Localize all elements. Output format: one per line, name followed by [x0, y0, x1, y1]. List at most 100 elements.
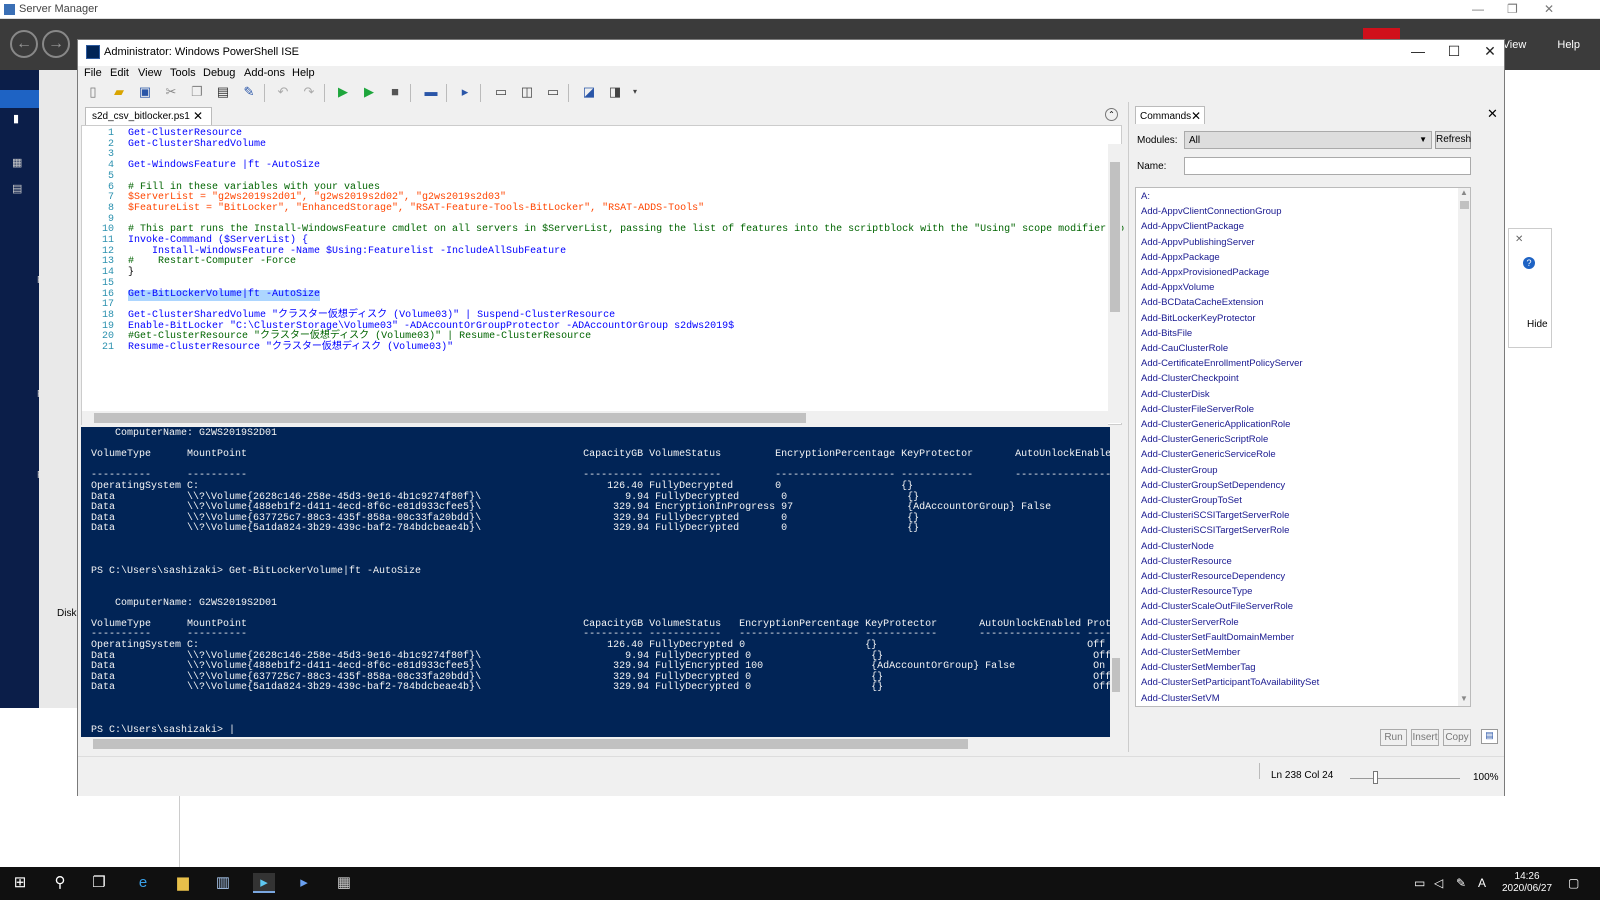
redo-icon[interactable]: ↷: [302, 85, 316, 99]
scroll-up-icon[interactable]: ▲: [1460, 188, 1468, 197]
command-list-item[interactable]: Add-ClusterDisk: [1141, 389, 1210, 400]
copy-button[interactable]: Copy: [1443, 729, 1471, 746]
zoom-slider-track[interactable]: [1350, 778, 1460, 779]
menu-debug[interactable]: Debug: [203, 67, 235, 79]
collapse-script-pane-icon[interactable]: ⌃: [1105, 108, 1118, 121]
command-list-item[interactable]: Add-AppvPublishingServer: [1141, 237, 1255, 248]
command-list-item[interactable]: Add-ClusterNode: [1141, 541, 1214, 552]
sm-close-button[interactable]: ✕: [1544, 2, 1554, 16]
close-tab-icon[interactable]: ✕: [193, 109, 203, 123]
show-command-window-icon[interactable]: ▤: [1481, 729, 1498, 744]
clear-console-icon[interactable]: ✎: [242, 85, 256, 99]
command-list-item[interactable]: Add-ClusterGroupToSet: [1141, 495, 1242, 506]
menu-file[interactable]: File: [84, 67, 102, 79]
name-filter-input[interactable]: [1184, 157, 1471, 175]
scroll-down-icon[interactable]: ▼: [1460, 694, 1468, 703]
toolbar-overflow-icon[interactable]: ▾: [628, 85, 642, 99]
console-pane[interactable]: ComputerName: G2WS2019S2D01 VolumeType Mo…: [81, 427, 1122, 751]
show-script-right-icon[interactable]: ◫: [520, 85, 534, 99]
close-commands-tab-icon[interactable]: ✕: [1191, 109, 1201, 123]
command-list-item[interactable]: A:: [1141, 191, 1150, 202]
file-explorer-icon[interactable]: ▆: [172, 873, 194, 893]
menu-view[interactable]: View: [138, 67, 162, 79]
command-list-item[interactable]: Add-AppvClientPackage: [1141, 221, 1244, 232]
new-file-icon[interactable]: ▯: [86, 85, 100, 99]
network-icon[interactable]: ▭: [1414, 876, 1425, 890]
command-list-item[interactable]: Add-ClusterGenericServiceRole: [1141, 449, 1276, 460]
zoom-slider-thumb[interactable]: [1373, 771, 1378, 784]
run-selection-icon[interactable]: ▶: [362, 85, 376, 99]
ime-indicator[interactable]: A: [1478, 876, 1486, 890]
menu-tools[interactable]: Tools: [170, 67, 196, 79]
volume-icon[interactable]: ◁: [1434, 876, 1443, 890]
command-list[interactable]: A: Add-AppvClientConnectionGroup Add-AppvC…: [1135, 187, 1471, 707]
command-list-item[interactable]: Add-ClusterGroup: [1141, 465, 1218, 476]
run-button[interactable]: Run: [1380, 729, 1407, 746]
sm-minimize-button[interactable]: —: [1472, 2, 1484, 16]
powershell-taskbar-icon[interactable]: ▸: [293, 873, 315, 893]
notifications-icon[interactable]: ▢: [1568, 876, 1579, 890]
help-icon[interactable]: ?: [1523, 257, 1535, 269]
remote-powershell-icon[interactable]: ▬: [424, 85, 438, 99]
forward-icon[interactable]: →: [42, 30, 70, 58]
local-server-icon[interactable]: ▮: [13, 112, 19, 125]
command-list-item[interactable]: Add-BCDataCacheExtension: [1141, 297, 1264, 308]
script-editor[interactable]: 1 Get-ClusterResource 2 Get-ClusterSharedVo…: [81, 125, 1124, 425]
command-list-item[interactable]: Add-ClusteriSCSITargetServerRole: [1141, 510, 1289, 521]
command-list-item[interactable]: Add-ClusterFileServerRole: [1141, 404, 1254, 415]
console-horizontal-scroll-thumb[interactable]: [93, 739, 968, 749]
cut-icon[interactable]: ✂: [164, 85, 178, 99]
ise-minimize-button[interactable]: —: [1400, 43, 1436, 63]
tab-s2d-csv-bitlocker[interactable]: s2d_csv_bitlocker.ps1 ✕: [85, 107, 212, 125]
pen-icon[interactable]: ✎: [1456, 876, 1466, 890]
powershell-ise-taskbar-icon[interactable]: ▸: [253, 873, 275, 893]
console-vertical-scroll-thumb[interactable]: [1112, 658, 1120, 692]
menu-help[interactable]: Help: [292, 67, 315, 79]
command-list-item[interactable]: Add-ClusterResource: [1141, 556, 1232, 567]
show-command-addon-icon[interactable]: ◨: [608, 85, 622, 99]
server-manager-taskbar-icon[interactable]: ▥: [212, 873, 234, 893]
command-list-item[interactable]: Add-ClusterGenericApplicationRole: [1141, 419, 1290, 430]
show-script-max-icon[interactable]: ▭: [546, 85, 560, 99]
command-list-item[interactable]: Add-ClusterGenericScriptRole: [1141, 434, 1268, 445]
modules-select[interactable]: All ▼: [1184, 131, 1432, 149]
run-script-icon[interactable]: ▶: [336, 85, 350, 99]
undo-icon[interactable]: ↶: [276, 85, 290, 99]
search-icon[interactable]: ⚲: [49, 873, 71, 893]
sm-maximize-button[interactable]: ❐: [1507, 2, 1518, 16]
command-list-item[interactable]: Add-CauClusterRole: [1141, 343, 1228, 354]
editor-vertical-scroll-thumb[interactable]: [1110, 162, 1120, 312]
menu-addons[interactable]: Add-ons: [244, 67, 285, 79]
internet-explorer-icon[interactable]: e: [132, 873, 154, 893]
command-list-item[interactable]: Add-BitLockerKeyProtector: [1141, 313, 1256, 324]
tab-commands[interactable]: Commands ✕: [1135, 106, 1205, 124]
command-list-item[interactable]: Add-ClusterServerRole: [1141, 617, 1239, 628]
command-list-item[interactable]: Add-ClusterScaleOutFileServerRole: [1141, 601, 1293, 612]
editor-horizontal-scroll-thumb[interactable]: [94, 413, 806, 423]
command-list-item[interactable]: Add-AppxPackage: [1141, 252, 1220, 263]
command-list-item[interactable]: Add-CertificateEnrollmentPolicyServer: [1141, 358, 1303, 369]
command-list-item[interactable]: Add-ClusterSetMember: [1141, 647, 1240, 658]
show-command-window-icon[interactable]: ◪: [582, 85, 596, 99]
command-list-item[interactable]: Add-BitsFile: [1141, 328, 1192, 339]
start-powershell-icon[interactable]: ▸: [458, 85, 472, 99]
sidebar-item-dashboard[interactable]: [0, 90, 39, 108]
failover-cluster-icon[interactable]: ▦: [333, 873, 355, 893]
ise-maximize-button[interactable]: ☐: [1436, 43, 1472, 63]
command-list-scrollbar[interactable]: ▲ ▼: [1458, 188, 1470, 706]
command-list-item[interactable]: Add-ClusterCheckpoint: [1141, 373, 1239, 384]
close-commands-pane-icon[interactable]: ✕: [1487, 106, 1498, 122]
open-file-icon[interactable]: ▰: [112, 85, 126, 99]
hide-button[interactable]: Hide: [1527, 319, 1548, 330]
clock[interactable]: 14:26 2020/06/27: [1502, 871, 1552, 895]
all-servers-icon[interactable]: ▦: [12, 156, 22, 169]
sm-side-close-icon[interactable]: ✕: [1515, 234, 1523, 245]
insert-button[interactable]: Insert: [1411, 729, 1439, 746]
show-script-top-icon[interactable]: ▭: [494, 85, 508, 99]
command-list-item[interactable]: Add-AppxProvisionedPackage: [1141, 267, 1269, 278]
command-list-item[interactable]: Add-ClusterResourceDependency: [1141, 571, 1285, 582]
command-list-item[interactable]: Add-ClusteriSCSITargetServerRole: [1141, 525, 1289, 536]
save-icon[interactable]: ▣: [138, 85, 152, 99]
command-list-item[interactable]: Add-AppvClientConnectionGroup: [1141, 206, 1281, 217]
start-icon[interactable]: ⊞: [9, 873, 31, 893]
